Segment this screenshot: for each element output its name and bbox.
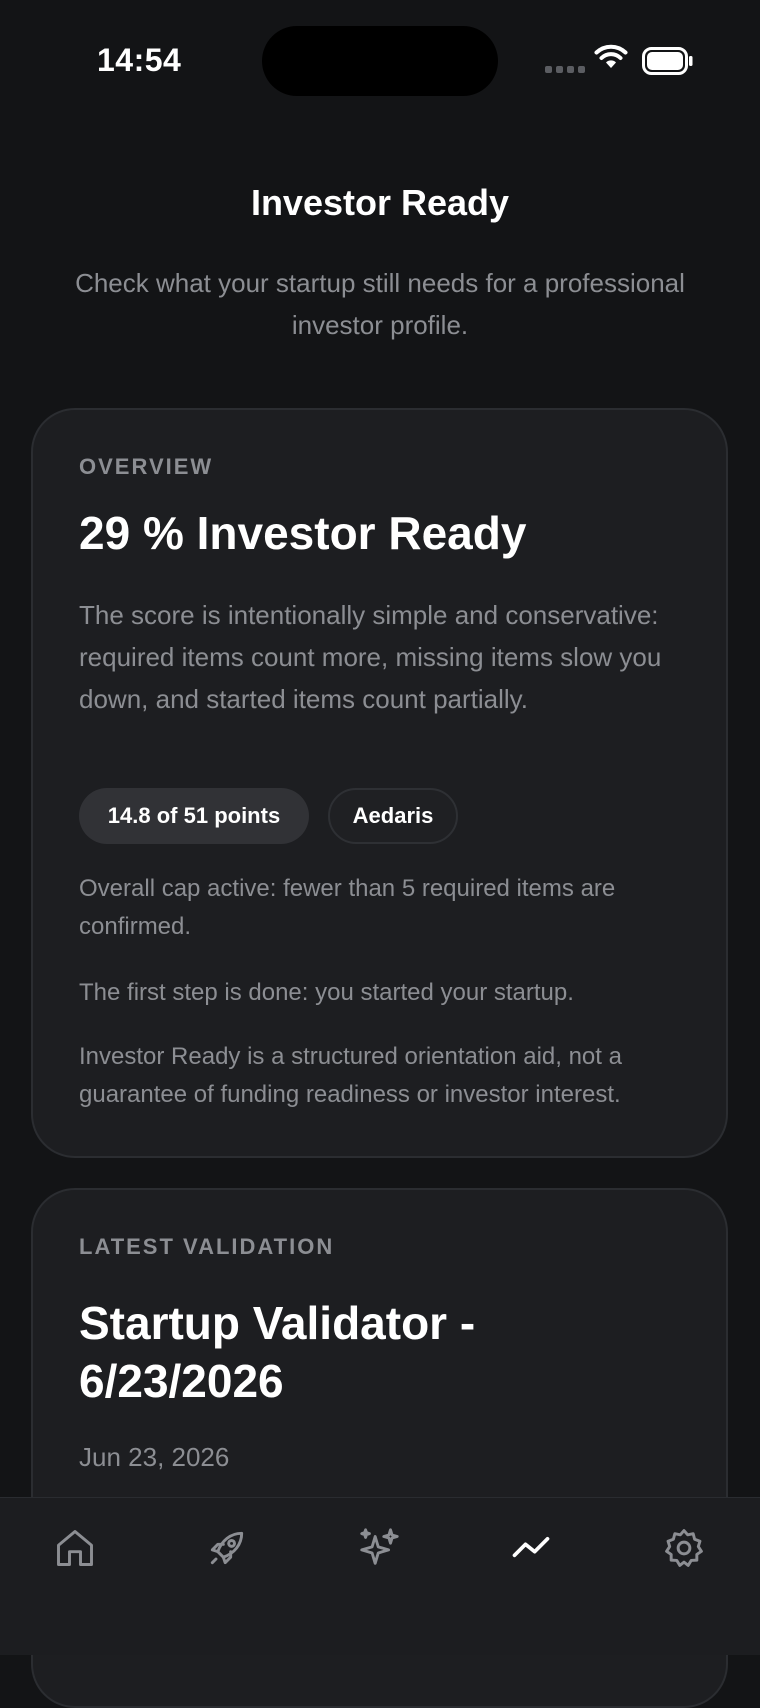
overview-description: The score is intentionally simple and co…	[79, 600, 662, 714]
disclaimer-text: Investor Ready is a structured orientati…	[79, 1043, 622, 1108]
validation-title: Startup Validator - 6/23/2026	[79, 1297, 476, 1407]
wifi-icon	[594, 44, 628, 68]
cellular-signal-icon	[545, 66, 585, 73]
tab-bar	[0, 1497, 760, 1655]
chart-line-icon	[512, 1537, 550, 1558]
dynamic-island	[262, 26, 498, 96]
home-icon	[57, 1530, 93, 1566]
overview-eyebrow: OVERVIEW	[79, 454, 214, 479]
status-bar: 14:54	[0, 0, 760, 120]
tab-ai[interactable]	[349, 1518, 409, 1578]
cap-note: Overall cap active: fewer than 5 require…	[79, 875, 616, 940]
tab-startup[interactable]	[197, 1518, 257, 1578]
battery-icon	[642, 47, 693, 75]
rocket-icon	[210, 1531, 244, 1565]
first-step-note: The first step is done: you started your…	[79, 979, 574, 1006]
tab-progress[interactable]	[501, 1518, 561, 1578]
page-subtitle: Check what your startup still needs for …	[75, 268, 685, 340]
status-time: 14:54	[97, 42, 182, 78]
startup-chip[interactable]: Aedaris	[328, 788, 458, 844]
sparkles-icon	[360, 1528, 399, 1565]
validation-eyebrow: LATEST VALIDATION	[79, 1234, 335, 1259]
tab-settings[interactable]	[654, 1518, 714, 1578]
gear-icon	[665, 1529, 703, 1567]
overview-card: OVERVIEW 29 % Investor Ready The score i…	[31, 408, 728, 1158]
points-chip[interactable]: 14.8 of 51 points	[79, 788, 309, 844]
page-title: Investor Ready	[250, 182, 510, 223]
tab-home[interactable]	[45, 1518, 105, 1578]
validation-date: Jun 23, 2026	[79, 1442, 230, 1472]
overview-score-title: 29 % Investor Ready	[79, 507, 527, 559]
